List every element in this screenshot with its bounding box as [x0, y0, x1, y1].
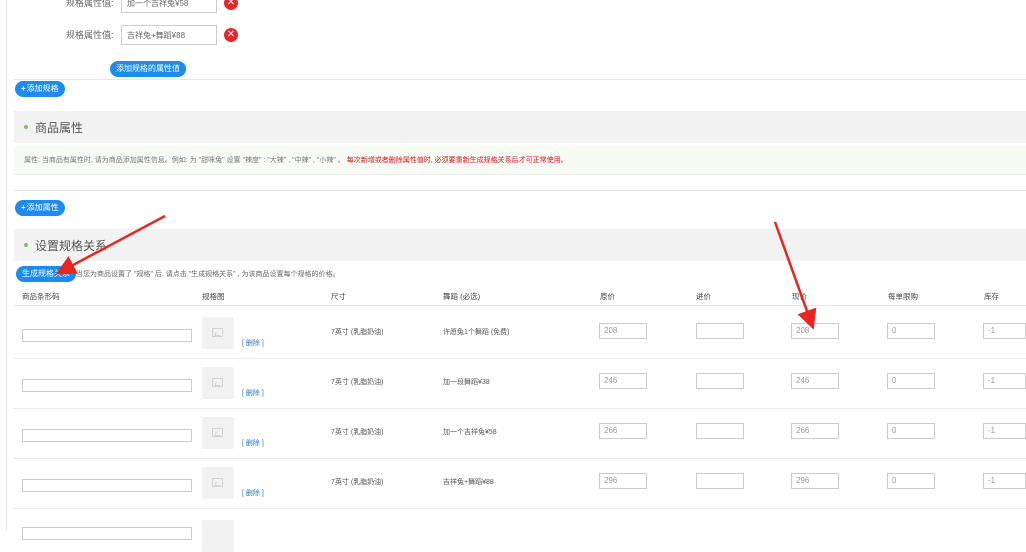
limit-per-order-input[interactable]: 0	[887, 323, 935, 339]
col-header-size: 尺寸	[331, 292, 346, 301]
delete-link[interactable]: [ 删除 ]	[242, 338, 264, 348]
table-row: [ 删除 ] 7英寸 (乳脂奶油) 加一个吉祥兔¥58 266 266 0 -1	[14, 409, 1026, 459]
stock-input[interactable]: -1	[983, 323, 1026, 339]
divider	[14, 190, 1026, 191]
col-header-spec-image: 规格图	[202, 292, 225, 301]
delete-link[interactable]: [ 删除 ]	[242, 438, 264, 448]
image-placeholder-icon	[212, 378, 223, 387]
spec-image-thumbnail[interactable]	[202, 417, 234, 449]
left-border	[6, 0, 7, 530]
col-header-stock: 库存	[984, 292, 999, 301]
col-header-original-price: 原价	[600, 292, 615, 301]
image-placeholder-icon	[212, 478, 223, 487]
barcode-input[interactable]	[22, 479, 192, 492]
original-price-input[interactable]: 246	[599, 373, 647, 389]
notice-warning-text: 每次新增或者删除属性值时, 必须要重新生成规格关系后才可正常使用。	[346, 157, 568, 164]
barcode-input[interactable]	[22, 379, 192, 392]
plus-icon: +	[21, 203, 26, 212]
stock-input[interactable]: -1	[983, 373, 1026, 389]
original-price-input[interactable]: 266	[599, 423, 647, 439]
spec-relation-section-header: 设置规格关系	[14, 229, 1026, 261]
attr-value-input[interactable]: 吉祥兔+舞蹈¥88	[121, 25, 217, 45]
attr-value-input[interactable]: 加一个吉祥兔¥58	[121, 0, 217, 13]
delete-link[interactable]: [ 删除 ]	[242, 388, 264, 398]
cost-price-input[interactable]	[696, 373, 744, 389]
dance-cell: 加一段舞蹈¥38	[443, 379, 490, 386]
cost-price-input[interactable]	[696, 473, 744, 489]
table-row: [ 删除 ] 7英寸 (乳脂奶油) 吉祥兔+舞蹈¥88 296 296 0 -1	[14, 459, 1026, 509]
table-row: [ 删除 ] 7英寸 (乳脂奶油) 许愿兔1个舞蹈 (免费) 208 208 0…	[14, 309, 1026, 359]
size-cell: 7英寸 (乳脂奶油)	[331, 379, 384, 386]
original-price-input[interactable]: 296	[599, 473, 647, 489]
dance-cell: 许愿兔1个舞蹈 (免费)	[443, 329, 510, 336]
add-attr-value-button[interactable]: 添加规格的属性值	[110, 61, 186, 77]
spec-image-thumbnail[interactable]	[202, 467, 234, 499]
table-row	[14, 509, 1026, 552]
add-spec-button[interactable]: +添加规格	[15, 81, 65, 97]
notice-gray-text: 属性: 当商品有属性时, 请为商品添加属性信息。例如: 为 "甜咪兔" 设置 "…	[24, 157, 345, 164]
stock-input[interactable]: -1	[983, 473, 1026, 489]
attr-value-label: 规格属性值:	[66, 0, 114, 8]
image-placeholder-icon	[212, 428, 223, 437]
spec-image-thumbnail[interactable]	[202, 317, 234, 349]
current-price-input[interactable]: 296	[791, 473, 839, 489]
divider	[14, 79, 1026, 80]
table-header-divider	[14, 305, 1026, 306]
spec-image-thumbnail[interactable]	[202, 520, 234, 552]
section-title: 商品属性	[35, 121, 84, 135]
col-header-dance: 舞蹈 (必选)	[443, 292, 481, 301]
col-header-limit-per-order: 每单限购	[888, 292, 918, 301]
current-price-input[interactable]: 208	[791, 323, 839, 339]
cost-price-input[interactable]	[696, 423, 744, 439]
spec-image-thumbnail[interactable]	[202, 367, 234, 399]
current-price-input[interactable]: 246	[791, 373, 839, 389]
bullet-icon	[24, 243, 28, 247]
section-title: 设置规格关系	[35, 239, 108, 253]
col-header-barcode: 商品条形码	[22, 292, 60, 301]
col-header-current-price: 现价	[792, 292, 807, 301]
attr-notice-text: 属性: 当商品有属性时, 请为商品添加属性信息。例如: 为 "甜咪兔" 设置 "…	[24, 155, 568, 165]
dance-cell: 加一个吉祥兔¥58	[443, 429, 497, 436]
generate-spec-relation-button[interactable]: 生成规格关系	[16, 266, 76, 282]
goods-attr-section-header: 商品属性	[14, 111, 1026, 143]
remove-attr-value-icon[interactable]: ✕	[224, 28, 238, 42]
cost-price-input[interactable]	[696, 323, 744, 339]
add-attribute-label: 添加属性	[26, 203, 59, 212]
size-cell: 7英寸 (乳脂奶油)	[331, 329, 384, 336]
image-placeholder-icon	[212, 328, 223, 337]
barcode-input[interactable]	[22, 429, 192, 442]
current-price-input[interactable]: 266	[791, 423, 839, 439]
limit-per-order-input[interactable]: 0	[887, 373, 935, 389]
col-header-cost-price: 进价	[696, 292, 711, 301]
limit-per-order-input[interactable]: 0	[887, 473, 935, 489]
attr-notice: 属性: 当商品有属性时, 请为商品添加属性信息。例如: 为 "甜咪兔" 设置 "…	[14, 146, 1026, 175]
barcode-input[interactable]	[22, 527, 192, 540]
plus-icon: +	[21, 84, 26, 93]
add-attribute-button[interactable]: +添加属性	[15, 200, 65, 216]
limit-per-order-input[interactable]: 0	[887, 423, 935, 439]
add-spec-label: 添加规格	[26, 84, 59, 93]
remove-attr-value-icon[interactable]: ✕	[224, 0, 238, 10]
barcode-input[interactable]	[22, 329, 192, 342]
dance-cell: 吉祥兔+舞蹈¥88	[443, 479, 494, 486]
table-row: [ 删除 ] 7英寸 (乳脂奶油) 加一段舞蹈¥38 246 246 0 -1	[14, 359, 1026, 409]
bullet-icon	[24, 125, 28, 129]
spec-relation-hint: 当您为商品设置了 "规格" 后, 请点击 "生成规格关系" , 为该商品设置每个…	[76, 271, 340, 278]
delete-link[interactable]: [ 删除 ]	[242, 488, 264, 498]
size-cell: 7英寸 (乳脂奶油)	[331, 429, 384, 436]
size-cell: 7英寸 (乳脂奶油)	[331, 479, 384, 486]
stock-input[interactable]: -1	[983, 423, 1026, 439]
original-price-input[interactable]: 208	[599, 323, 647, 339]
attr-value-label: 规格属性值:	[66, 30, 114, 40]
